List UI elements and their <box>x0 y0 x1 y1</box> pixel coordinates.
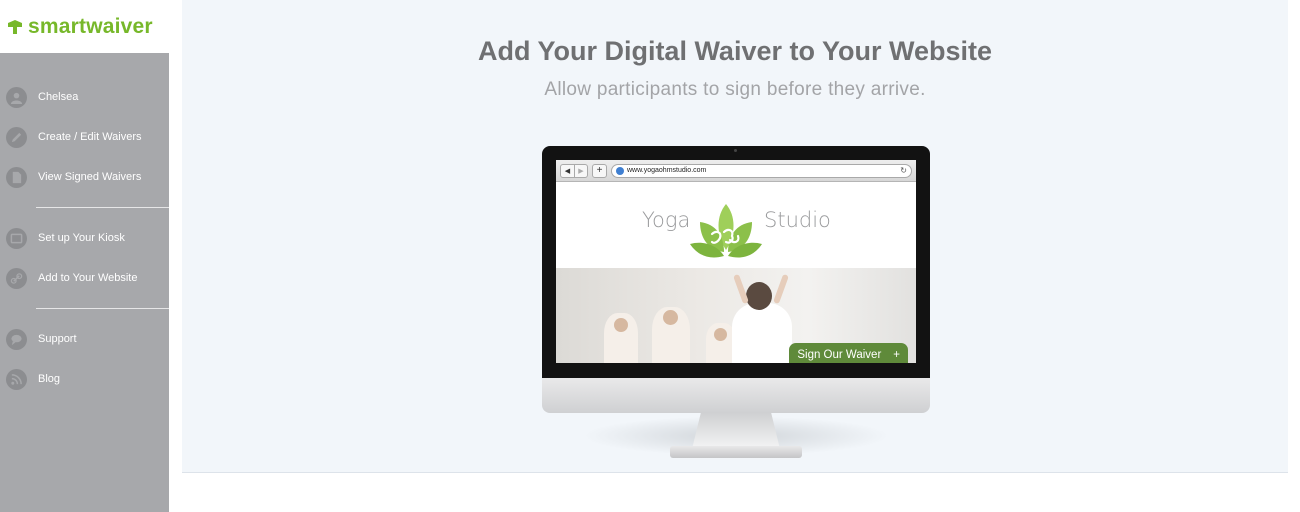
site-header: Yoga Studio <box>556 182 916 268</box>
brand-name: smartwaiver <box>28 14 153 38</box>
yoga-figure-head <box>746 282 772 310</box>
sidebar-item-support[interactable]: Support <box>0 319 169 359</box>
sidebar-item-create-edit-waivers[interactable]: Create / Edit Waivers <box>0 117 169 157</box>
sidebar-item-label: View Signed Waivers <box>38 171 142 183</box>
yoga-figure-head <box>614 318 628 332</box>
sidebar: smartwaiver Chelsea Create / Edit Waiver… <box>0 0 169 512</box>
sidebar-item-account[interactable]: Chelsea <box>0 77 169 117</box>
monitor-stand-neck <box>692 413 780 449</box>
website-preview: ◀ ▶ + www.yogaohmstudio.com ↻ Yoga Studi… <box>556 160 916 363</box>
yoga-figure-head <box>714 328 727 341</box>
webcam-dot <box>734 149 737 152</box>
site-hero-photo: Sign Our Waiver + <box>556 268 916 363</box>
monitor-bezel: ◀ ▶ + www.yogaohmstudio.com ↻ Yoga Studi… <box>542 146 930 378</box>
sidebar-item-blog[interactable]: Blog <box>0 359 169 399</box>
sidebar-item-add-to-website[interactable]: Add to Your Website <box>0 258 169 298</box>
site-title-right: Studio <box>764 208 831 232</box>
sidebar-nav: Chelsea Create / Edit Waivers View Signe… <box>0 53 169 399</box>
address-bar: www.yogaohmstudio.com ↻ <box>611 163 912 178</box>
monitor-chin <box>542 378 930 413</box>
monitor-stand-foot <box>670 446 802 458</box>
kiosk-icon <box>6 227 27 249</box>
sign-waiver-button: Sign Our Waiver + <box>789 343 908 363</box>
sidebar-item-label: Create / Edit Waivers <box>38 131 142 143</box>
pencil-icon <box>6 126 27 148</box>
monitor-illustration: ◀ ▶ + www.yogaohmstudio.com ↻ Yoga Studi… <box>542 146 930 462</box>
sidebar-divider <box>36 308 169 309</box>
link-icon <box>6 267 27 289</box>
lotus-logo-icon <box>690 204 762 258</box>
new-tab-icon: + <box>592 163 607 178</box>
page-title: Add Your Digital Waiver to Your Website <box>477 36 993 66</box>
browser-toolbar: ◀ ▶ + www.yogaohmstudio.com ↻ <box>556 160 916 182</box>
plus-icon: + <box>893 349 900 361</box>
sidebar-item-label: Add to Your Website <box>38 272 138 284</box>
forward-arrow-icon: ▶ <box>574 164 587 177</box>
sidebar-item-kiosk[interactable]: Set up Your Kiosk <box>0 218 169 258</box>
brand-logo[interactable]: smartwaiver <box>0 0 169 53</box>
yoga-figure-arm <box>773 273 789 305</box>
site-title-left: Yoga <box>642 208 691 232</box>
rss-icon <box>6 368 27 390</box>
smartwaiver-logo-icon <box>8 19 22 34</box>
sidebar-divider <box>36 207 169 208</box>
sidebar-item-view-signed-waivers[interactable]: View Signed Waivers <box>0 157 169 197</box>
sidebar-item-label: Chelsea <box>38 91 79 103</box>
sign-waiver-button-label: Sign Our Waiver <box>797 349 882 361</box>
globe-icon <box>616 166 624 175</box>
page: smartwaiver Chelsea Create / Edit Waiver… <box>0 0 1300 512</box>
browser-nav-buttons: ◀ ▶ <box>560 163 588 178</box>
sidebar-item-label: Support <box>38 333 77 345</box>
page-subtitle: Allow participants to sign before they a… <box>544 79 926 100</box>
sidebar-item-label: Set up Your Kiosk <box>38 232 125 244</box>
user-icon <box>6 86 27 108</box>
reload-icon: ↻ <box>900 166 907 175</box>
main-panel: Add Your Digital Waiver to Your Website … <box>182 0 1288 473</box>
yoga-figure-head <box>663 310 678 325</box>
chat-bubble-icon <box>6 328 27 350</box>
back-arrow-icon: ◀ <box>564 167 571 175</box>
sidebar-item-label: Blog <box>38 373 61 385</box>
document-icon <box>6 166 27 188</box>
yoga-figure <box>732 303 792 363</box>
address-bar-url: www.yogaohmstudio.com <box>627 167 707 174</box>
